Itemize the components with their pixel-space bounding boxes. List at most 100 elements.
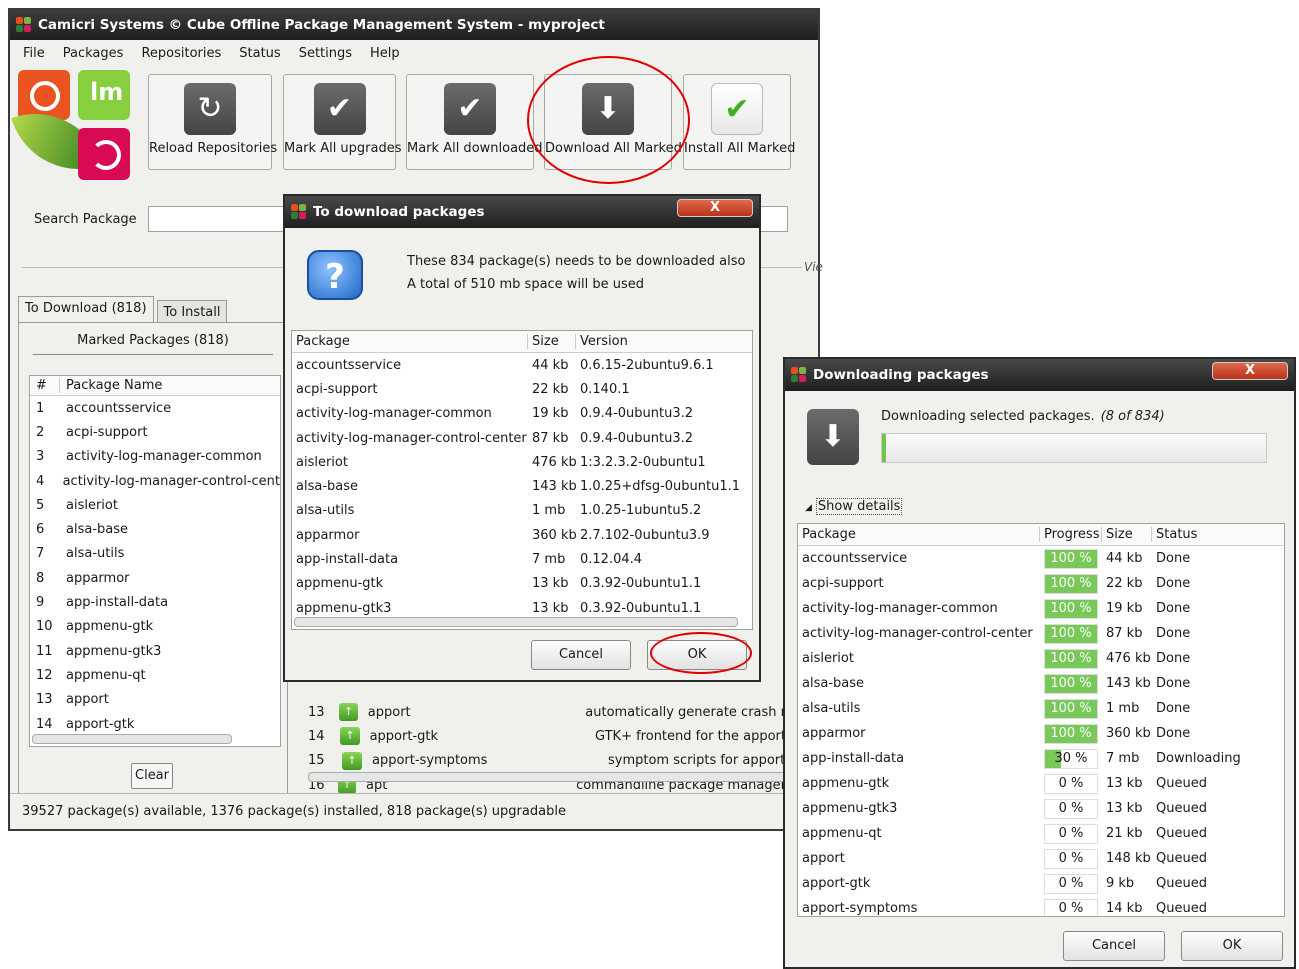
available-packages-list[interactable]: 13 ↑ apport automatically generate crash r1… — [306, 700, 786, 797]
table-row[interactable]: appmenu-qt 0 % 21 kb Queued — [798, 821, 1284, 846]
dialog-titlebar[interactable]: Downloading packages X — [785, 359, 1294, 391]
table-row[interactable]: app-install-data 30 % 7 mb Downloading — [798, 746, 1284, 771]
table-row[interactable]: alsa-utils 100 % 1 mb Done — [798, 696, 1284, 721]
list-item[interactable]: 14 apport-gtk — [30, 712, 280, 736]
table-row[interactable]: accountsservice 44 kb 0.6.15-2ubuntu9.6.1 — [292, 353, 752, 377]
packages-table[interactable]: Package Size Version accountsservice 44 k… — [291, 330, 753, 630]
cancel-button[interactable]: Cancel — [1063, 931, 1165, 961]
main-titlebar[interactable]: Camicri Systems © Cube Offline Package M… — [10, 10, 818, 40]
column-package[interactable]: Package — [798, 527, 1040, 542]
table-row[interactable]: apport-symptoms 0 % 14 kb Queued — [798, 896, 1284, 916]
table-row[interactable]: activity-log-manager-control-center 87 kb… — [292, 426, 752, 450]
table-row[interactable]: alsa-base 100 % 143 kb Done — [798, 671, 1284, 696]
column-package-name[interactable]: Package Name — [60, 378, 162, 393]
table-row[interactable]: apport-gtk 0 % 9 kb Queued — [798, 871, 1284, 896]
download-progress-table[interactable]: Package Progress Size Status accountsser… — [797, 523, 1285, 917]
table-row[interactable]: accountsservice 100 % 44 kb Done — [798, 546, 1284, 571]
row-package: activity-log-manager-common — [296, 406, 492, 422]
list-item[interactable]: 9 app-install-data — [30, 590, 280, 614]
table-row[interactable]: 13 ↑ apport automatically generate crash r — [306, 700, 786, 724]
table-row[interactable]: acpi-support 100 % 22 kb Done — [798, 571, 1284, 596]
list-item[interactable]: 8 apparmor — [30, 566, 280, 590]
row-status: Queued — [1156, 901, 1207, 916]
close-button[interactable]: X — [677, 199, 753, 217]
row-package-name: appmenu-gtk3 — [66, 643, 162, 659]
cancel-button[interactable]: Cancel — [531, 640, 631, 670]
list-item[interactable]: 2 acpi-support — [30, 420, 280, 444]
table-row[interactable]: 14 ↑ apport-gtk GTK+ frontend for the appor… — [306, 724, 786, 748]
list-item[interactable]: 3 activity-log-manager-common — [30, 445, 280, 469]
search-label: Search Package — [34, 211, 137, 227]
table-row[interactable]: appmenu-gtk 0 % 13 kb Queued — [798, 771, 1284, 796]
row-size: 360 kb — [532, 527, 577, 543]
list-item[interactable]: 4 activity-log-manager-control-cent — [30, 469, 280, 493]
install-all-marked-button[interactable]: ✔ Install All Marked — [683, 74, 795, 170]
column-size[interactable]: Size — [528, 334, 576, 349]
list-item[interactable]: 1 accountsservice — [30, 396, 280, 420]
table-row[interactable]: aisleriot 476 kb 1:3.2.3.2-0ubuntu1 — [292, 450, 752, 474]
close-button[interactable]: X — [1212, 362, 1288, 380]
row-version: 0.9.4-0ubuntu3.2 — [580, 430, 694, 446]
column-progress[interactable]: Progress — [1040, 527, 1102, 542]
menu-repositories[interactable]: Repositories — [132, 46, 230, 61]
download-all-marked-button[interactable]: ⬇ Download All Marked — [544, 74, 682, 170]
menu-settings[interactable]: Settings — [290, 46, 361, 61]
table-row[interactable]: aisleriot 100 % 476 kb Done — [798, 646, 1284, 671]
menu-status[interactable]: Status — [230, 46, 289, 61]
table-row[interactable]: app-install-data 7 mb 0.12.04.4 — [292, 547, 752, 571]
horizontal-scrollbar[interactable] — [308, 772, 788, 782]
row-progress-bar: 100 % — [1044, 573, 1098, 594]
marked-packages-list[interactable]: # Package Name 1 accountsservice 2 acpi-sup… — [29, 375, 281, 747]
column-size[interactable]: Size — [1102, 527, 1152, 542]
horizontal-scrollbar[interactable] — [32, 734, 232, 744]
table-row[interactable]: alsa-utils 1 mb 1.0.25-1ubuntu5.2 — [292, 499, 752, 523]
column-package[interactable]: Package — [292, 334, 528, 349]
column-status[interactable]: Status — [1152, 527, 1262, 542]
menu-packages[interactable]: Packages — [54, 46, 133, 61]
list-item[interactable]: 12 appmenu-qt — [30, 663, 280, 687]
row-progress-bar: 0 % — [1044, 848, 1098, 869]
column-version[interactable]: Version — [576, 334, 736, 349]
row-package-name: apport-symptoms — [372, 753, 488, 769]
table-row[interactable]: appmenu-gtk3 0 % 13 kb Queued — [798, 796, 1284, 821]
table-row[interactable]: activity-log-manager-common 19 kb 0.9.4-0u… — [292, 402, 752, 426]
row-status: Queued — [1156, 851, 1207, 866]
row-package-name: activity-log-manager-common — [66, 449, 262, 465]
table-row[interactable]: alsa-base 143 kb 1.0.25+dfsg-0ubuntu1.1 — [292, 474, 752, 498]
menu-help[interactable]: Help — [361, 46, 409, 61]
list-header[interactable]: # Package Name — [30, 376, 280, 396]
row-progress-label: 0 % — [1058, 800, 1084, 816]
menu-file[interactable]: File — [14, 46, 54, 61]
mark-all-upgrades-button[interactable]: ✔ Mark All upgrades — [283, 74, 402, 170]
table-row[interactable]: activity-log-manager-common 100 % 19 kb Don… — [798, 596, 1284, 621]
dialog-titlebar[interactable]: To download packages X — [285, 196, 759, 228]
ok-button[interactable]: OK — [647, 640, 747, 670]
list-item[interactable]: 5 aisleriot — [30, 493, 280, 517]
horizontal-scrollbar[interactable] — [294, 617, 738, 627]
row-package: alsa-base — [802, 676, 864, 691]
row-package: activity-log-manager-common — [802, 601, 998, 616]
table-row[interactable]: appmenu-gtk 13 kb 0.3.92-0ubuntu1.1 — [292, 572, 752, 596]
table-row[interactable]: apport 0 % 148 kb Queued — [798, 846, 1284, 871]
clear-button[interactable]: Clear — [131, 763, 173, 789]
table-row[interactable]: apparmor 100 % 360 kb Done — [798, 721, 1284, 746]
ok-button[interactable]: OK — [1181, 931, 1283, 961]
mark-all-downloaded-button[interactable]: ✔ Mark All downloaded — [406, 74, 543, 170]
table-row[interactable]: 15 ↑ apport-symptoms symptom scripts for ap… — [306, 749, 786, 773]
list-item[interactable]: 7 alsa-utils — [30, 542, 280, 566]
table-row[interactable]: acpi-support 22 kb 0.140.1 — [292, 377, 752, 401]
row-size: 360 kb — [1106, 726, 1151, 741]
package-upgrade-icon: ↑ — [342, 751, 362, 770]
column-number[interactable]: # — [30, 378, 60, 393]
tab-to-download[interactable]: To Download (818) — [18, 296, 154, 324]
table-row[interactable]: apparmor 360 kb 2.7.102-0ubuntu3.9 — [292, 523, 752, 547]
row-version: 2.7.102-0ubuntu3.9 — [580, 527, 710, 543]
tab-to-install[interactable]: To Install — [156, 300, 228, 324]
list-item[interactable]: 6 alsa-base — [30, 517, 280, 541]
list-item[interactable]: 13 apport — [30, 688, 280, 712]
list-item[interactable]: 11 appmenu-gtk3 — [30, 639, 280, 663]
list-item[interactable]: 10 appmenu-gtk — [30, 615, 280, 639]
table-row[interactable]: activity-log-manager-control-center 100 %… — [798, 621, 1284, 646]
show-details-toggle[interactable]: ◢ Show details — [805, 498, 903, 515]
reload-repositories-button[interactable]: ↻ Reload Repositories — [148, 74, 277, 170]
